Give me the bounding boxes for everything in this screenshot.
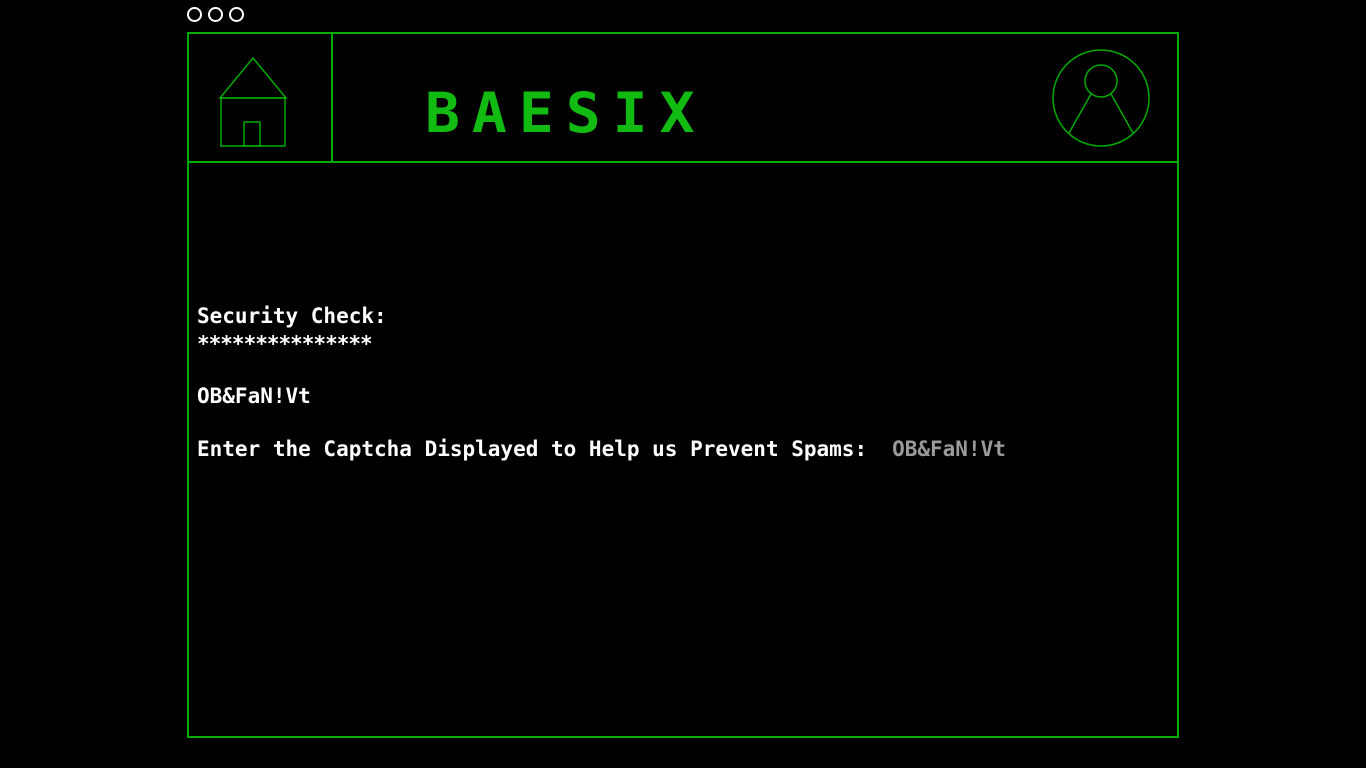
- window-dot-2-icon[interactable]: [208, 7, 223, 22]
- house-icon: [218, 56, 288, 147]
- captcha-prompt-label: Enter the Captcha Displayed to Help us P…: [197, 436, 868, 461]
- security-check-title: Security Check:: [197, 304, 387, 328]
- brand-title: BAESIX: [425, 80, 707, 146]
- captcha-prompt-row: Enter the Captcha Displayed to Help us P…: [197, 436, 1093, 461]
- main-window: BAESIX Security Check: *************** O…: [187, 32, 1179, 738]
- user-avatar-icon: [1052, 49, 1150, 147]
- security-divider: ***************: [197, 332, 373, 356]
- profile-button[interactable]: [1051, 48, 1151, 152]
- window-dot-3-icon[interactable]: [229, 7, 244, 22]
- window-dot-1-icon[interactable]: [187, 7, 202, 22]
- header-bar: BAESIX: [189, 34, 1177, 163]
- captcha-code: OB&FaN!Vt: [197, 384, 311, 408]
- home-button[interactable]: [189, 34, 333, 161]
- window-controls: [187, 7, 244, 22]
- captcha-input[interactable]: [892, 437, 1093, 461]
